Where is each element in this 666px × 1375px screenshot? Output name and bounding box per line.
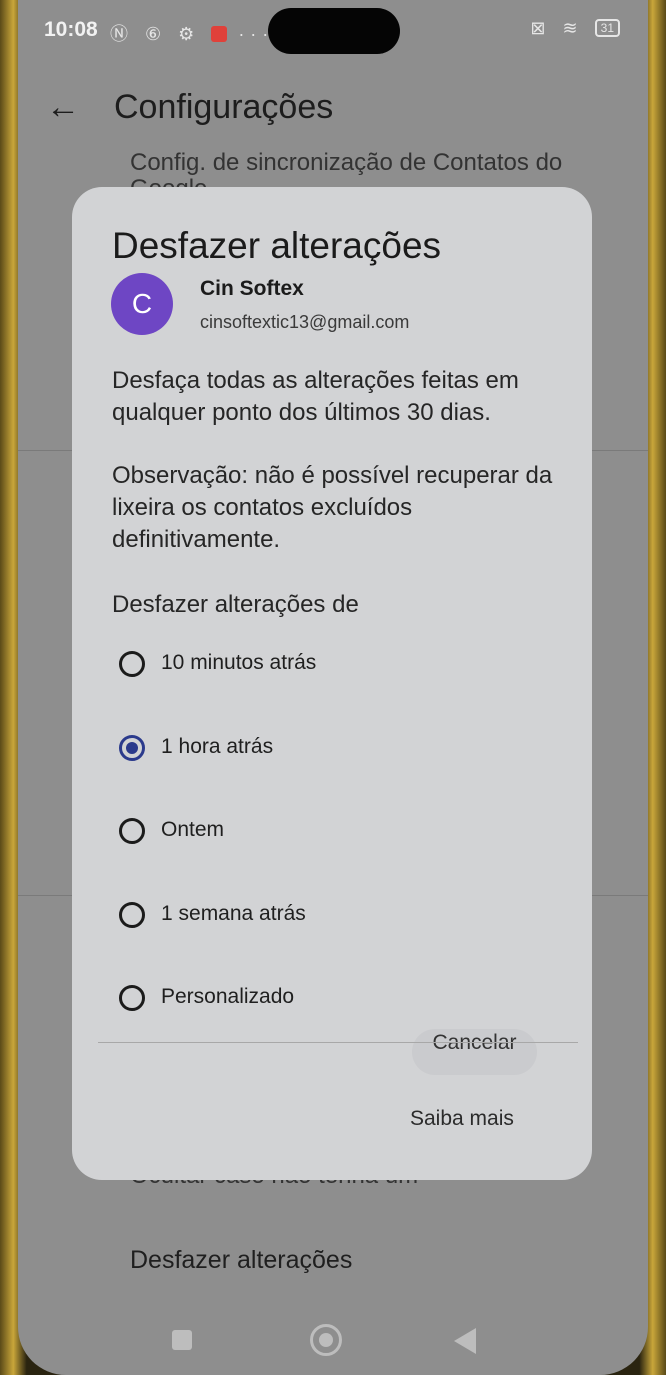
- home-icon[interactable]: [310, 1324, 342, 1356]
- avatar: C: [111, 273, 173, 335]
- camera-notch: [268, 8, 400, 54]
- account-email: cinsoftextic13@gmail.com: [200, 312, 410, 332]
- radio-button[interactable]: [119, 651, 145, 677]
- radio-button[interactable]: [119, 985, 145, 1011]
- radio-label: 1 hora atrás: [161, 735, 274, 758]
- back-arrow-icon[interactable]: ←: [46, 88, 80, 127]
- account-name: Cin Softex: [200, 277, 304, 300]
- undo-changes-item[interactable]: Desfazer alterações: [130, 1246, 352, 1275]
- radio-option-yesterday[interactable]: Ontem: [119, 814, 539, 854]
- notification-icon: [211, 26, 228, 42]
- status-bar: 10:08 Ⓝ ⑥ ⚙ ··· ⊠ ≋ 31: [18, 0, 648, 64]
- status-time: 10:08: [44, 18, 98, 41]
- battery-icon: 31: [594, 19, 620, 37]
- radio-label: Ontem: [161, 818, 225, 841]
- radio-option-10-minutes[interactable]: 10 minutos atrás: [119, 647, 539, 687]
- status-icons-right: ⊠ ≋ 31: [530, 18, 620, 39]
- dialog-divider: [98, 1042, 578, 1043]
- radio-label: Personalizado: [161, 985, 295, 1008]
- navigation-bar: [18, 1310, 648, 1370]
- radio-button-selected[interactable]: [119, 735, 145, 761]
- dialog-description: Desfaça todas as alterações feitas em qu…: [112, 367, 519, 426]
- cancel-button[interactable]: Cancelar: [412, 1029, 537, 1075]
- sim-icon: ⊠: [530, 18, 552, 38]
- page-title: Configurações: [114, 88, 334, 126]
- radio-label: 10 minutos atrás: [161, 651, 317, 674]
- radio-button[interactable]: [119, 902, 145, 928]
- undo-changes-dialog: Desfazer alterações C Cin Softex cinsoft…: [72, 187, 592, 1180]
- phone-screen: 10:08 Ⓝ ⑥ ⚙ ··· ⊠ ≋ 31 ← Configurações C…: [18, 0, 648, 1375]
- status-icons-left: Ⓝ ⑥ ⚙ ···: [110, 20, 274, 46]
- app-bar: ← Configurações: [18, 70, 648, 150]
- radio-option-custom[interactable]: Personalizado: [119, 981, 539, 1021]
- radio-option-1-week[interactable]: 1 semana atrás: [119, 898, 539, 938]
- radio-group-heading: Desfazer alterações de: [112, 591, 359, 618]
- dialog-title: Desfazer alterações: [112, 225, 442, 266]
- recents-icon[interactable]: [172, 1330, 192, 1350]
- status-icons: Ⓝ ⑥ ⚙: [110, 24, 201, 44]
- radio-option-1-hour[interactable]: 1 hora atrás: [119, 731, 539, 771]
- radio-label: 1 semana atrás: [161, 902, 306, 925]
- learn-more-link[interactable]: Saiba mais: [410, 1107, 514, 1131]
- dialog-note: Observação: não é possível recuperar da …: [112, 462, 553, 553]
- nav-back-icon[interactable]: [454, 1328, 476, 1354]
- wifi-icon: ≋: [562, 18, 584, 38]
- radio-button[interactable]: [119, 818, 145, 844]
